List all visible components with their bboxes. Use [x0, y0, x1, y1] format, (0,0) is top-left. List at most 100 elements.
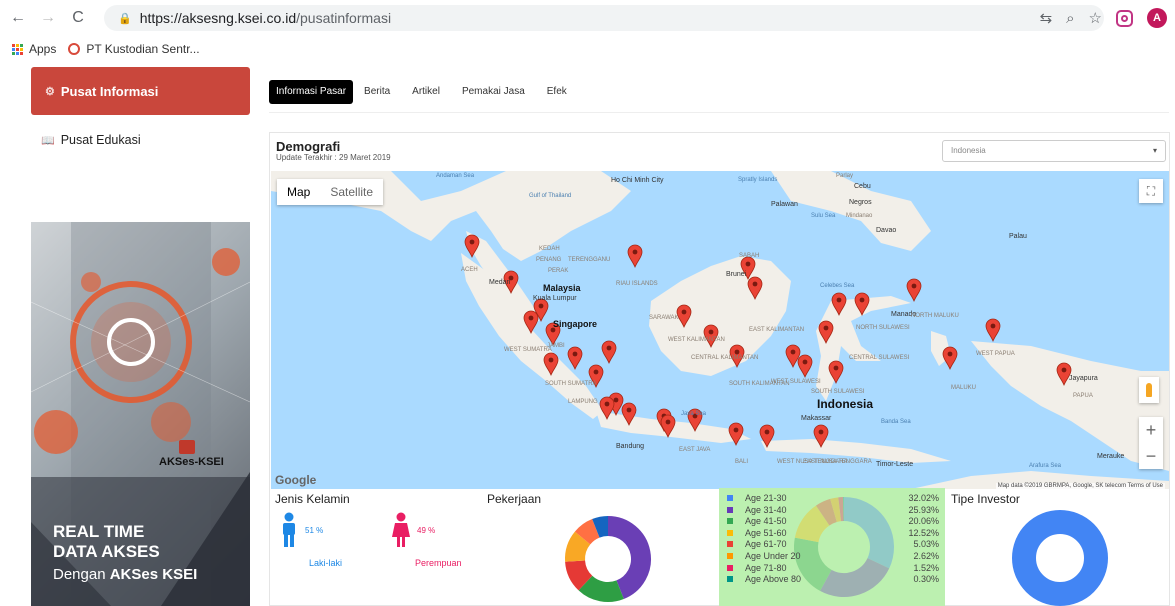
book-icon: 📖 — [41, 134, 55, 147]
donut-segment[interactable] — [565, 559, 593, 591]
age-legend-row[interactable]: Age 61-70 5.03% — [727, 539, 939, 550]
back-icon[interactable]: ← — [6, 9, 30, 27]
donut-segment[interactable] — [565, 531, 591, 562]
legend-swatch — [727, 541, 733, 548]
map-marker-pin-icon[interactable] — [545, 322, 561, 347]
age-breakdown-panel: Age 21-30 32.02% Age 31-40 25.93% Age 41… — [719, 488, 945, 606]
age-percentage: 1.52% — [913, 562, 939, 573]
translate-icon[interactable]: ⇆ — [1040, 9, 1053, 27]
age-label: Age 61-70 — [745, 539, 787, 550]
map-marker-pin-icon[interactable] — [601, 340, 617, 365]
apps-grid-icon — [12, 43, 23, 55]
lock-icon: 🔒 — [118, 12, 132, 25]
map-mode-map-button[interactable]: Map — [277, 179, 320, 205]
legend-swatch — [727, 576, 733, 583]
donut-segment[interactable] — [578, 575, 624, 602]
male-label: Laki-laki — [309, 558, 343, 568]
map-view[interactable]: Andaman Sea Ho Chi Minh City Spratly Islan… — [271, 171, 1169, 489]
banner-line3-brand: AKSes KSEI — [109, 566, 198, 583]
reload-icon[interactable]: C — [66, 9, 90, 27]
occupation-donut-chart[interactable] — [563, 514, 653, 604]
map-marker-pin-icon[interactable] — [728, 422, 744, 447]
legend-swatch — [727, 529, 733, 536]
sidebar-item-label: Pusat Edukasi — [60, 133, 141, 147]
legend-swatch — [727, 553, 733, 559]
age-legend-row[interactable]: Age 41-50 20.06% — [727, 516, 939, 527]
banner-line3: Dengan AKSes KSEI — [53, 566, 197, 583]
instagram-extension-icon[interactable] — [1116, 9, 1133, 27]
banner-logo: AKSes-KSEI — [159, 456, 224, 468]
donut-segment[interactable] — [574, 519, 601, 545]
map-marker-pin-icon[interactable] — [906, 278, 922, 303]
tab-bar: Informasi Pasar Berita Artikel Pemakai J… — [269, 80, 578, 104]
age-legend-row[interactable]: Age 21-30 32.02% — [727, 493, 939, 504]
tab-informasi-pasar[interactable]: Informasi Pasar — [269, 80, 354, 104]
sidebar-item-pusat-edukasi[interactable]: 📖 Pusat Edukasi — [31, 128, 250, 152]
fullscreen-icon[interactable]: ⛶ — [1139, 179, 1163, 203]
map-marker-pin-icon[interactable] — [567, 346, 583, 371]
bookmark-apps[interactable]: Apps — [12, 42, 56, 56]
age-percentage: 0.30% — [913, 574, 939, 585]
sidebar-item-pusat-informasi[interactable]: ⚙ Pusat Informasi — [31, 67, 250, 115]
bookmark-label: PT Kustodian Sentr... — [86, 42, 200, 56]
male-percentage: 51 % — [305, 526, 324, 535]
country-select[interactable]: Indonesia ▾ — [942, 140, 1166, 162]
google-logo: Google — [275, 473, 317, 487]
profile-avatar[interactable]: A — [1147, 8, 1167, 28]
address-bar[interactable]: 🔒 https://aksesng.ksei.co.id/pusatinform… — [104, 5, 1104, 31]
age-legend-row[interactable]: Age Above 80 0.30% — [727, 574, 939, 585]
last-updated: Update Terakhir : 29 Maret 2019 — [276, 153, 391, 162]
age-legend-row[interactable]: Age 51-60 12.52% — [727, 528, 939, 539]
age-label: Age Under 20 — [745, 551, 801, 561]
age-legend-row[interactable]: Age 71-80 1.52% — [727, 563, 939, 574]
legend-swatch — [727, 518, 733, 525]
gender-title: Jenis Kelamin — [275, 492, 350, 506]
female-percentage: 49 % — [417, 526, 436, 535]
ksei-favicon-icon — [68, 43, 81, 55]
tab-divider — [269, 112, 1169, 113]
map-marker-pin-icon[interactable] — [797, 354, 813, 379]
tab-efek[interactable]: Efek — [536, 80, 578, 104]
banner-line3-prefix: Dengan — [53, 566, 106, 583]
age-legend-row[interactable]: Age Under 20 2.62% — [727, 551, 939, 562]
map-canvas[interactable] — [271, 171, 1169, 489]
bookmark-label: Apps — [29, 42, 57, 56]
tab-artikel[interactable]: Artikel — [401, 80, 451, 104]
age-percentage: 2.62% — [913, 551, 939, 561]
donut-segment[interactable] — [607, 516, 651, 599]
age-label: Age Above 80 — [745, 574, 802, 585]
map-mode-satellite-button[interactable]: Satellite — [320, 179, 383, 205]
age-percentage: 32.02% — [908, 493, 939, 503]
map-marker-pin-icon[interactable] — [985, 318, 1001, 343]
age-percentage: 25.93% — [908, 504, 939, 515]
legend-swatch — [727, 506, 733, 513]
age-legend-row[interactable]: Age 31-40 25.93% — [727, 505, 939, 516]
map-marker-pin-icon[interactable] — [942, 346, 958, 371]
investor-type-donut-chart[interactable] — [1012, 510, 1108, 606]
land-philippines — [771, 171, 931, 251]
land-borneo — [649, 256, 791, 376]
zoom-in-button[interactable]: + — [1139, 417, 1163, 443]
age-label: Age 41-50 — [745, 516, 787, 527]
zoom-icon[interactable]: ⌕ — [1066, 10, 1074, 27]
banner-line2: DATA AKSES — [53, 542, 160, 561]
tab-pemakai-jasa[interactable]: Pemakai Jasa — [451, 80, 536, 104]
map-marker-pin-icon[interactable] — [588, 364, 604, 389]
chevron-down-icon: ▾ — [1152, 146, 1157, 155]
star-icon[interactable]: ☆ — [1089, 9, 1102, 27]
tab-berita[interactable]: Berita — [353, 80, 401, 104]
url-host: https://aksesng.ksei.co.id — [139, 10, 297, 26]
sidebar-item-label: Pusat Informasi — [60, 83, 159, 99]
map-marker-pin-icon[interactable] — [627, 244, 643, 269]
age-percentage: 12.52% — [908, 527, 939, 538]
land-sumatra — [461, 253, 603, 419]
browser-toolbar: ← → C 🔒 https://aksesng.ksei.co.id/pusat… — [0, 0, 1175, 36]
zoom-out-button[interactable]: − — [1139, 443, 1163, 469]
forward-icon[interactable]: → — [36, 9, 60, 27]
promo-banner[interactable]: AKSes-KSEI REAL TIME DATA AKSES Dengan A… — [31, 222, 250, 606]
street-view-pegman-icon[interactable] — [1139, 377, 1159, 403]
country-select-value: Indonesia — [951, 146, 986, 155]
donut-segment[interactable] — [592, 516, 609, 538]
age-percentage: 5.03% — [913, 539, 939, 550]
bookmark-ksei[interactable]: PT Kustodian Sentr... — [68, 42, 200, 56]
